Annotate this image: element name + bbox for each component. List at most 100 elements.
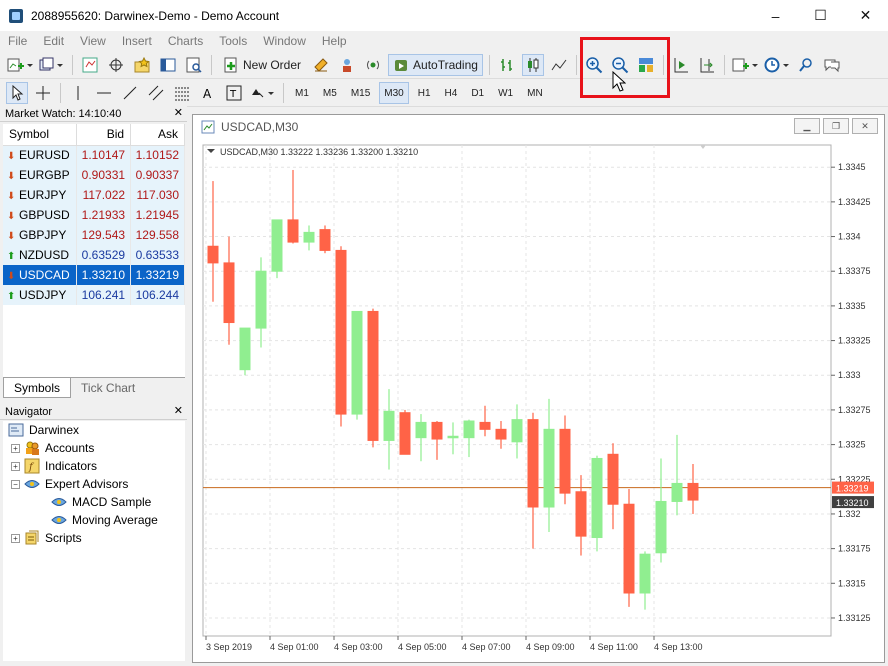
- menu-help[interactable]: Help: [314, 34, 355, 48]
- chat-button[interactable]: [821, 54, 843, 76]
- candle-body: [240, 328, 250, 370]
- market-watch-button[interactable]: [79, 54, 101, 76]
- arrows-button[interactable]: [249, 82, 277, 104]
- nav-item-indicators[interactable]: + f Indicators: [11, 457, 97, 475]
- nav-item-moving-average[interactable]: Moving Average: [51, 511, 158, 529]
- market-watch-row[interactable]: ⬆USDJPY106.241106.244: [3, 285, 185, 305]
- tf-m30[interactable]: M30: [379, 82, 408, 104]
- tab-symbols[interactable]: Symbols: [3, 378, 71, 398]
- collapse-icon[interactable]: −: [11, 480, 20, 489]
- col-ask[interactable]: Ask: [131, 124, 185, 145]
- market-button[interactable]: [362, 54, 384, 76]
- horizontal-line-button[interactable]: [93, 82, 115, 104]
- autotrading-button[interactable]: AutoTrading: [388, 54, 483, 76]
- bid-price: 0.90331: [77, 165, 131, 185]
- chart-shift-button[interactable]: [696, 54, 718, 76]
- y-tick-label: 1.333: [838, 370, 861, 380]
- symbol-name: GBPJPY: [19, 228, 66, 242]
- tab-tick-chart[interactable]: Tick Chart: [71, 378, 145, 398]
- market-watch-row[interactable]: ⬇GBPUSD1.219331.21945: [3, 205, 185, 225]
- menu-edit[interactable]: Edit: [35, 34, 72, 48]
- nav-item-macd-sample[interactable]: MACD Sample: [51, 493, 151, 511]
- equidistant-channel-button[interactable]: [145, 82, 167, 104]
- navigator-button[interactable]: [131, 54, 153, 76]
- nav-item-accounts[interactable]: + Accounts: [11, 439, 94, 457]
- market-watch-row[interactable]: ⬇EURUSD1.101471.10152: [3, 145, 185, 165]
- title-bar: 2088955620: Darwinex-Demo - Demo Account…: [0, 0, 888, 31]
- indicators-button[interactable]: [731, 54, 759, 76]
- crosshair-tool-button[interactable]: [32, 82, 54, 104]
- candlestick-chart[interactable]: 1.33451.334251.3341.333751.33351.333251.…: [193, 115, 884, 662]
- tf-h1[interactable]: H1: [413, 82, 436, 104]
- x-tick-label: 4 Sep 13:00: [654, 642, 703, 652]
- new-order-label: New Order: [243, 58, 301, 72]
- nav-item-expert-advisors[interactable]: − Expert Advisors: [11, 475, 128, 493]
- ask-price: 1.21945: [131, 205, 185, 225]
- navigator-close-icon[interactable]: ✕: [174, 404, 183, 417]
- periods-button[interactable]: [763, 54, 791, 76]
- symbol-name: EURJPY: [19, 188, 66, 202]
- signals-button[interactable]: [336, 54, 358, 76]
- new-order-button[interactable]: New Order: [218, 54, 306, 76]
- profiles-button[interactable]: [38, 54, 66, 76]
- fibonacci-button[interactable]: [171, 82, 193, 104]
- new-chart-icon: [7, 57, 33, 73]
- market-watch-row[interactable]: ⬆NZDUSD0.635290.63533: [3, 245, 185, 265]
- maximize-button[interactable]: ☐: [798, 0, 843, 31]
- market-watch-close-icon[interactable]: ✕: [174, 106, 183, 119]
- expand-icon[interactable]: +: [11, 444, 20, 453]
- svg-text:T: T: [229, 89, 237, 100]
- menu-view[interactable]: View: [72, 34, 114, 48]
- text-tool-button[interactable]: A: [197, 82, 219, 104]
- vertical-line-button[interactable]: [67, 82, 89, 104]
- market-watch-row[interactable]: ⬇GBPJPY129.543129.558: [3, 225, 185, 245]
- bar-chart-icon: [499, 57, 515, 73]
- menu-tools[interactable]: Tools: [211, 34, 255, 48]
- candle-body: [320, 230, 330, 251]
- search-button[interactable]: [795, 54, 817, 76]
- tf-m1[interactable]: M1: [290, 82, 314, 104]
- cursor-tool-button[interactable]: [6, 82, 28, 104]
- tf-mn[interactable]: MN: [522, 82, 548, 104]
- line-chart-button[interactable]: [548, 54, 570, 76]
- tf-d1[interactable]: D1: [466, 82, 489, 104]
- col-bid[interactable]: Bid: [77, 124, 131, 145]
- menu-file[interactable]: File: [0, 34, 35, 48]
- tf-m5[interactable]: M5: [318, 82, 342, 104]
- market-watch-row[interactable]: ⬇USDCAD1.332101.33219: [3, 265, 185, 285]
- terminal-button[interactable]: [157, 54, 179, 76]
- bar-chart-button[interactable]: [496, 54, 518, 76]
- menu-charts[interactable]: Charts: [160, 34, 211, 48]
- expand-icon[interactable]: +: [11, 534, 20, 543]
- candle-body: [464, 421, 474, 438]
- horizontal-line-icon: [96, 85, 112, 101]
- market-watch-row[interactable]: ⬇EURGBP0.903310.90337: [3, 165, 185, 185]
- nav-item-scripts[interactable]: + Scripts: [11, 529, 82, 547]
- market-watch-row[interactable]: ⬇EURJPY117.022117.030: [3, 185, 185, 205]
- metaeditor-button[interactable]: [310, 54, 332, 76]
- nav-item-darwinex[interactable]: Darwinex: [8, 421, 79, 439]
- y-tick-label: 1.334: [838, 232, 861, 242]
- clock-icon: [764, 57, 790, 73]
- x-tick-label: 3 Sep 2019: [206, 642, 252, 652]
- menu-insert[interactable]: Insert: [114, 34, 160, 48]
- minimize-button[interactable]: –: [753, 0, 798, 31]
- strategy-tester-button[interactable]: [183, 54, 205, 76]
- auto-scroll-button[interactable]: [670, 54, 692, 76]
- close-button[interactable]: ✕: [843, 0, 888, 31]
- down-arrow-icon: ⬇: [7, 271, 19, 282]
- new-chart-button[interactable]: [6, 54, 34, 76]
- candlestick-button[interactable]: [522, 54, 544, 76]
- expand-icon[interactable]: +: [11, 462, 20, 471]
- data-window-button[interactable]: [105, 54, 127, 76]
- menu-window[interactable]: Window: [255, 34, 314, 48]
- autotrading-icon: [393, 57, 409, 73]
- col-symbol[interactable]: Symbol: [3, 124, 77, 145]
- candle-body: [368, 311, 378, 440]
- tf-h4[interactable]: H4: [440, 82, 463, 104]
- text-label-button[interactable]: T: [223, 82, 245, 104]
- nav-label: MACD Sample: [72, 495, 151, 509]
- tf-m15[interactable]: M15: [346, 82, 375, 104]
- tf-w1[interactable]: W1: [493, 82, 518, 104]
- trendline-button[interactable]: [119, 82, 141, 104]
